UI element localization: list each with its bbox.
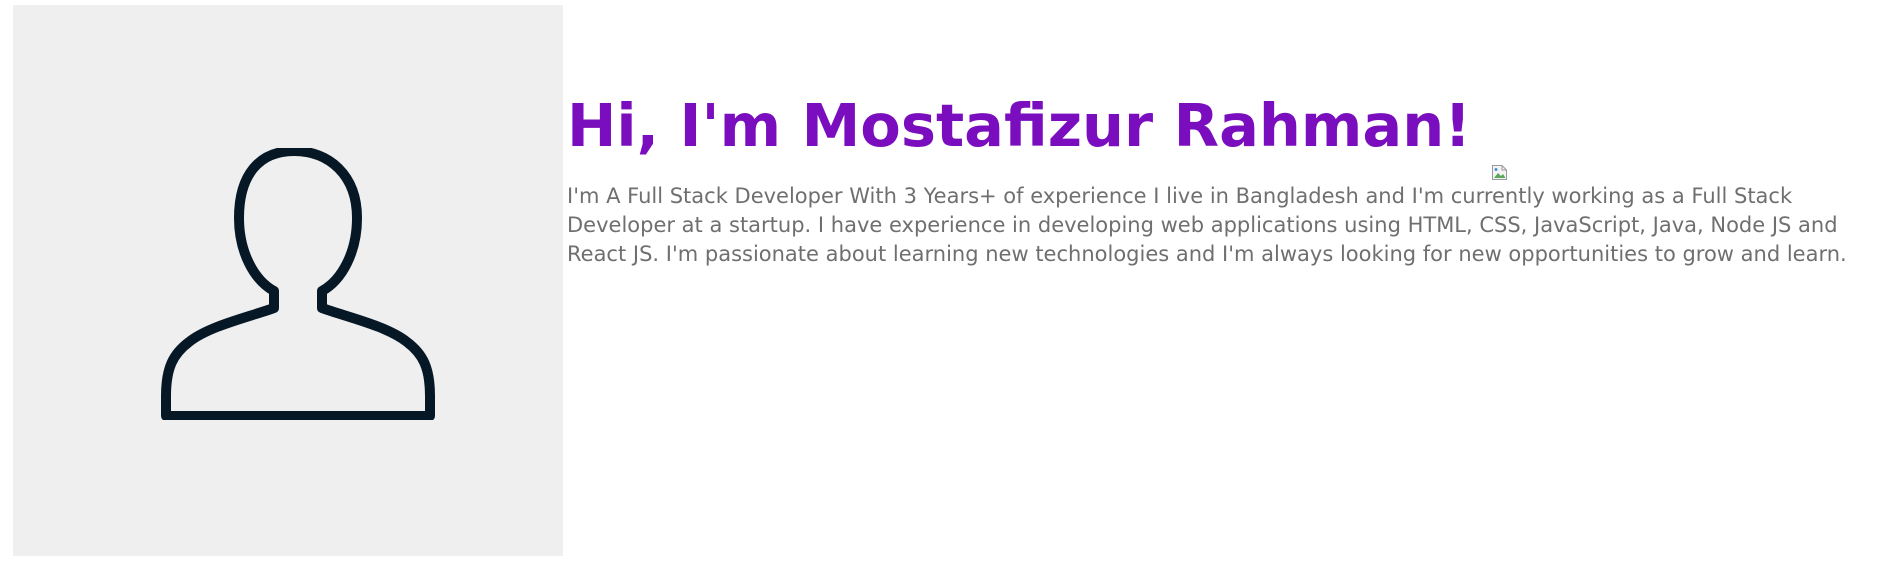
bio-paragraph: I'm A Full Stack Developer With 3 Years+… [567,184,1847,266]
portfolio-page: Hi, I'm Mostafizur Rahman! I'm A Full St… [0,0,1898,583]
avatar-panel [13,5,563,556]
headline-text: Hi, I'm Mostafizur Rahman! [567,91,1472,160]
intro-section: Hi, I'm Mostafizur Rahman! I'm A Full St… [567,88,1890,269]
user-silhouette-icon [161,148,435,420]
broken-image-icon [1491,123,1508,181]
page-title: Hi, I'm Mostafizur Rahman! [567,88,1890,181]
